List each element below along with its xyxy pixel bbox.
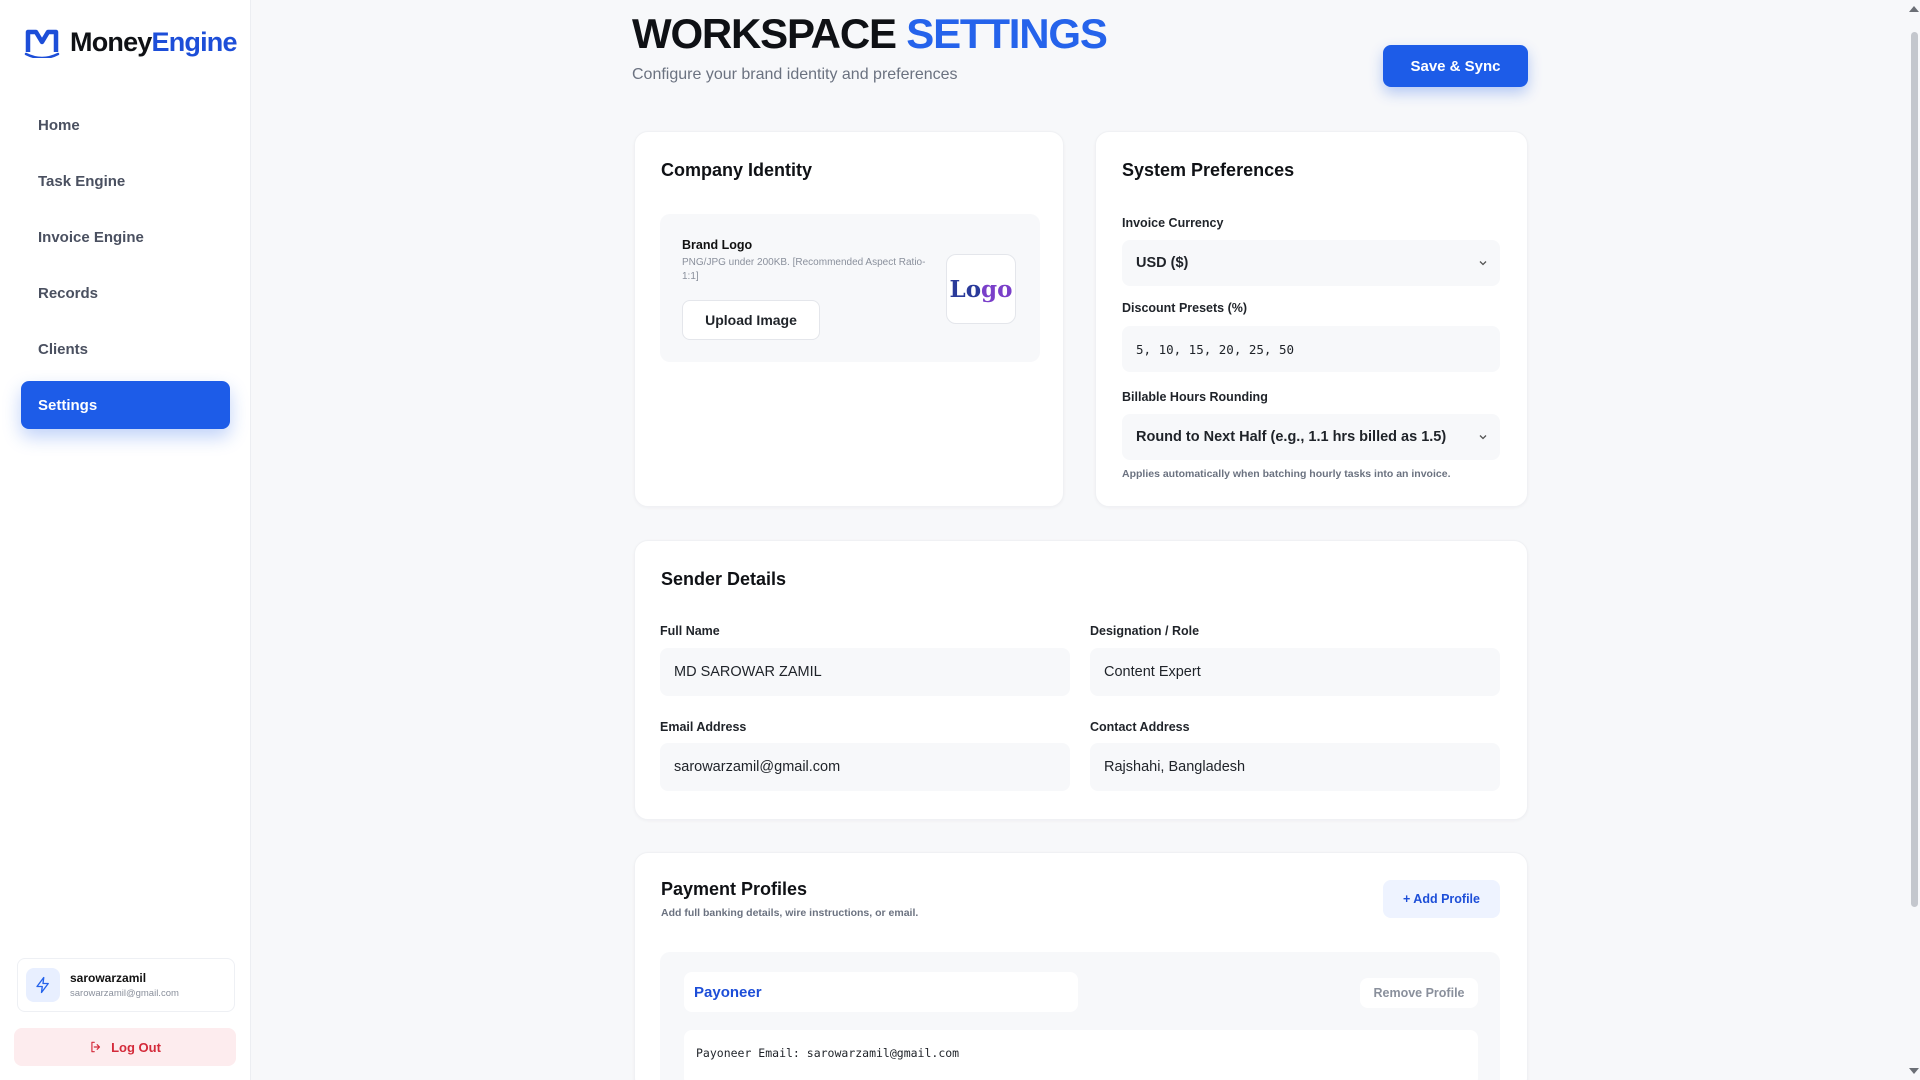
chevron-down-icon (1479, 435, 1487, 440)
sidebar-item-clients[interactable]: Clients (21, 325, 230, 373)
sidebar-item-label: Settings (38, 396, 98, 414)
designation-label: Designation / Role (1090, 624, 1200, 638)
brand-logo-title: Brand Logo (682, 238, 753, 252)
profile-details-textarea[interactable]: Payoneer Email: sarowarzamil@gmail.com (684, 1030, 1478, 1080)
sidebar-item-label: Invoice Engine (38, 228, 144, 246)
currency-label: Invoice Currency (1122, 216, 1224, 230)
brand-name: MoneyEngine (70, 26, 238, 57)
email-label: Email Address (660, 720, 747, 734)
card-title: Sender Details (661, 569, 787, 589)
rounding-select[interactable]: Round to Next Half (e.g., 1.1 hrs billed… (1122, 414, 1500, 460)
profile-name-input[interactable]: Payoneer (684, 972, 1078, 1012)
brand[interactable]: MoneyEngine (24, 26, 238, 58)
brand-logo-section: Brand Logo PNG/JPG under 200KB. [Recomme… (660, 214, 1040, 362)
sidebar: MoneyEngine Home Task Engine Invoice Eng… (0, 0, 251, 1080)
full-name-label: Full Name (660, 624, 720, 638)
sidebar-item-label: Task Engine (38, 172, 126, 190)
sidebar-item-settings[interactable]: Settings (21, 381, 230, 429)
lightning-icon (36, 976, 49, 994)
card-title: Company Identity (661, 160, 813, 180)
save-sync-button[interactable]: Save & Sync (1383, 45, 1528, 87)
chevron-down-icon (1479, 261, 1487, 266)
sidebar-item-records[interactable]: Records (21, 269, 230, 317)
scroll-down-icon[interactable] (1909, 1068, 1919, 1074)
sidebar-item-label: Home (38, 116, 80, 134)
remove-profile-button[interactable]: Remove Profile (1360, 978, 1478, 1008)
scroll-up-icon[interactable] (1909, 6, 1919, 12)
sidebar-item-label: Records (38, 284, 99, 302)
brand-logo-icon (24, 29, 60, 58)
email-field[interactable]: sarowarzamil@gmail.com (660, 743, 1070, 791)
sidebar-item-home[interactable]: Home (21, 101, 230, 149)
sidebar-item-invoice-engine[interactable]: Invoice Engine (21, 213, 230, 261)
scrollbar[interactable] (1906, 0, 1920, 1080)
user-email: sarowarzamil@gmail.com (70, 988, 179, 999)
user-card[interactable]: sarowarzamil sarowarzamil@gmail.com (17, 958, 235, 1012)
payment-profile: Payoneer Remove Profile Payoneer Email: … (660, 952, 1500, 1080)
card-title: System Preferences (1122, 160, 1295, 180)
designation-field[interactable]: Content Expert (1090, 648, 1500, 696)
currency-select[interactable]: USD ($) (1122, 240, 1500, 286)
rounding-label: Billable Hours Rounding (1122, 390, 1268, 404)
sidebar-item-task-engine[interactable]: Task Engine (21, 157, 230, 205)
logo-preview[interactable]: Lo go (946, 254, 1016, 324)
payment-profiles-subtitle: Add full banking details, wire instructi… (661, 907, 919, 919)
discount-presets-input[interactable]: 5, 10, 15, 20, 25, 50 (1122, 326, 1500, 372)
full-name-field[interactable]: MD SAROWAR ZAMIL (660, 648, 1070, 696)
avatar (26, 968, 60, 1002)
logout-button[interactable]: Log Out (14, 1028, 236, 1066)
rounding-help: Applies automatically when batching hour… (1122, 468, 1451, 480)
contact-address-label: Contact Address (1090, 720, 1190, 734)
discount-label: Discount Presets (%) (1122, 301, 1248, 315)
page-subtitle: Configure your brand identity and prefer… (632, 66, 958, 83)
sidebar-nav: Home Task Engine Invoice Engine Records … (21, 101, 230, 437)
page-title: WORKSPACE SETTINGS (632, 10, 1108, 57)
brand-logo-help: PNG/JPG under 200KB. [Recommended Aspect… (682, 257, 926, 282)
sidebar-item-label: Clients (38, 340, 89, 358)
add-profile-button[interactable]: + Add Profile (1383, 880, 1500, 918)
scroll-thumb[interactable] (1911, 32, 1918, 907)
logout-label: Log Out (111, 1039, 161, 1055)
contact-address-field[interactable]: Rajshahi, Bangladesh (1090, 743, 1500, 791)
card-title: Payment Profiles (661, 879, 808, 899)
logout-icon (91, 1041, 101, 1053)
upload-image-button[interactable]: Upload Image (682, 300, 820, 340)
user-name: sarowarzamil (70, 971, 147, 985)
